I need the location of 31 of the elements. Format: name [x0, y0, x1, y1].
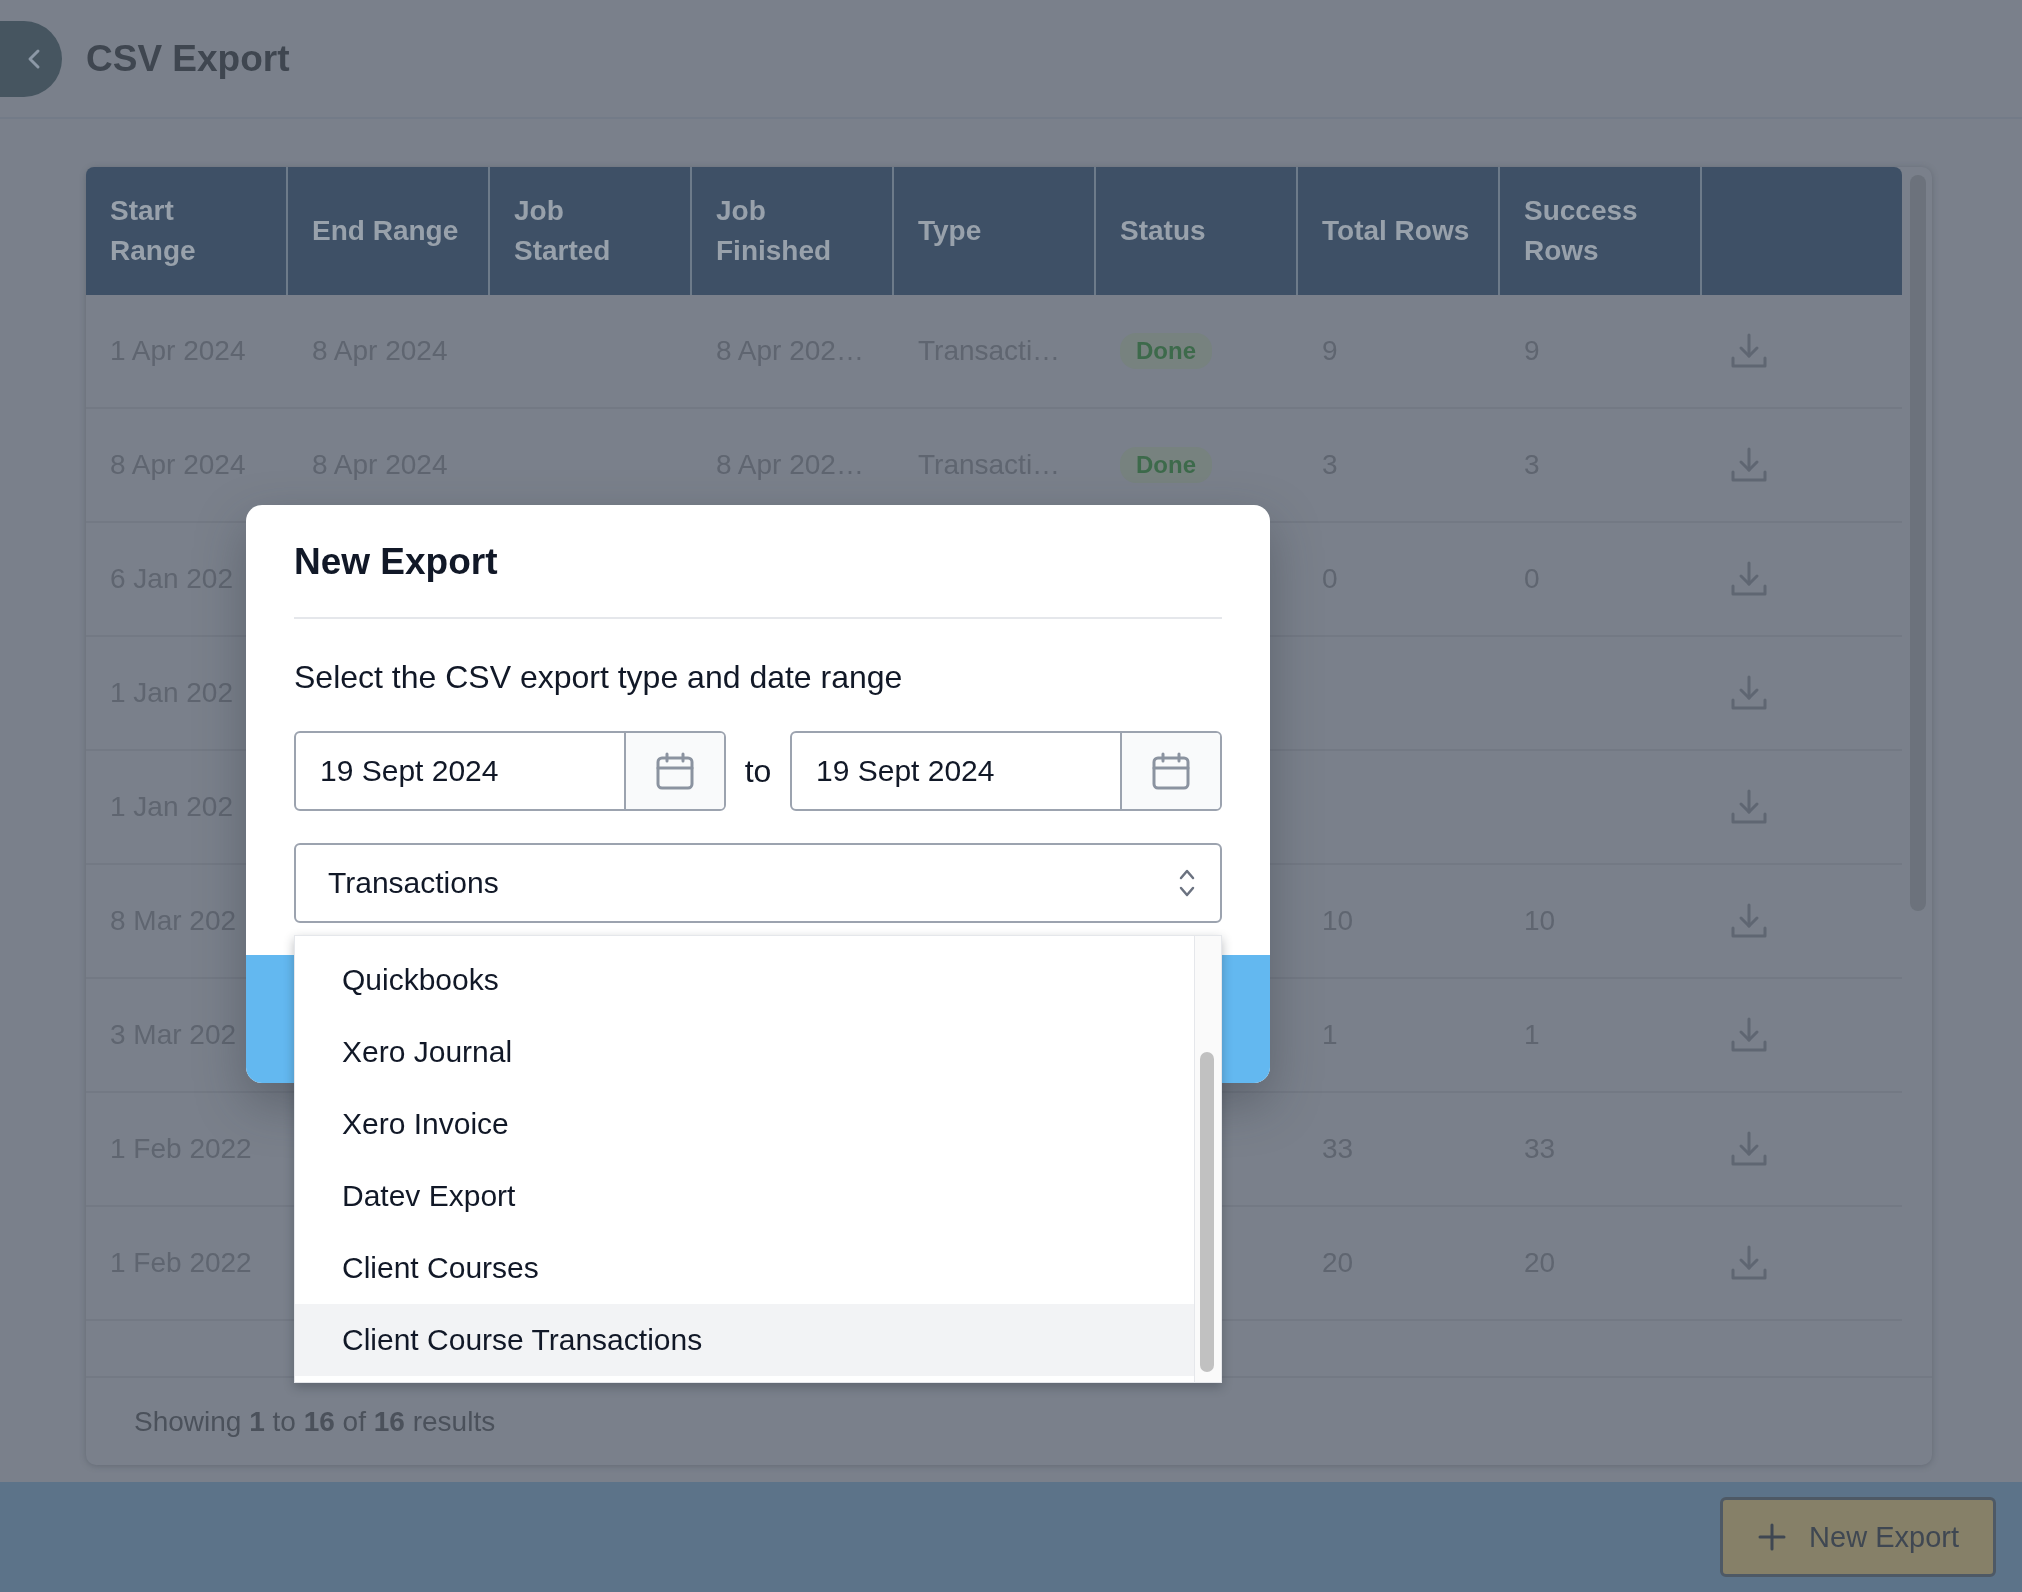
calendar-icon[interactable]	[1151, 751, 1191, 791]
dropdown-option[interactable]: Xero Journal	[295, 1016, 1194, 1088]
date-separator: to	[743, 752, 773, 790]
download-icon[interactable]	[1730, 674, 1768, 712]
chevron-up-down-icon	[1178, 867, 1196, 899]
download-icon[interactable]	[1730, 902, 1768, 940]
chevron-left-icon	[26, 47, 42, 70]
download-icon[interactable]	[1730, 446, 1768, 484]
dropdown-option[interactable]: Quickbooks	[295, 944, 1194, 1016]
dropdown-option[interactable]: Client Course Transactions	[295, 1304, 1194, 1376]
status-badge: Done	[1120, 447, 1212, 483]
status-badge: Done	[1120, 333, 1212, 369]
download-icon[interactable]	[1730, 332, 1768, 370]
page-title: CSV Export	[86, 37, 290, 80]
dropdown-option[interactable]: Client Courses	[295, 1232, 1194, 1304]
scrollbar-thumb[interactable]	[1200, 1052, 1214, 1372]
download-icon[interactable]	[1730, 1244, 1768, 1282]
plus-icon	[1757, 1522, 1788, 1552]
back-button[interactable]	[0, 20, 62, 97]
calendar-icon[interactable]	[655, 751, 695, 791]
download-icon[interactable]	[1730, 788, 1768, 826]
dropdown-option[interactable]: Datev Export	[295, 1160, 1194, 1232]
start-date-field[interactable]: 19 Sept 2024	[294, 731, 726, 811]
download-icon[interactable]	[1730, 1130, 1768, 1168]
download-icon[interactable]	[1730, 1016, 1768, 1054]
dropdown-option[interactable]: Xero Invoice	[295, 1088, 1194, 1160]
instruction-text: Select the CSV export type and date range	[294, 658, 904, 697]
download-icon[interactable]	[1730, 560, 1768, 598]
end-date-field[interactable]: 19 Sept 2024	[790, 731, 1222, 811]
dialog-title: New Export	[294, 540, 499, 584]
export-type-select[interactable]: Transactions	[294, 843, 1222, 923]
